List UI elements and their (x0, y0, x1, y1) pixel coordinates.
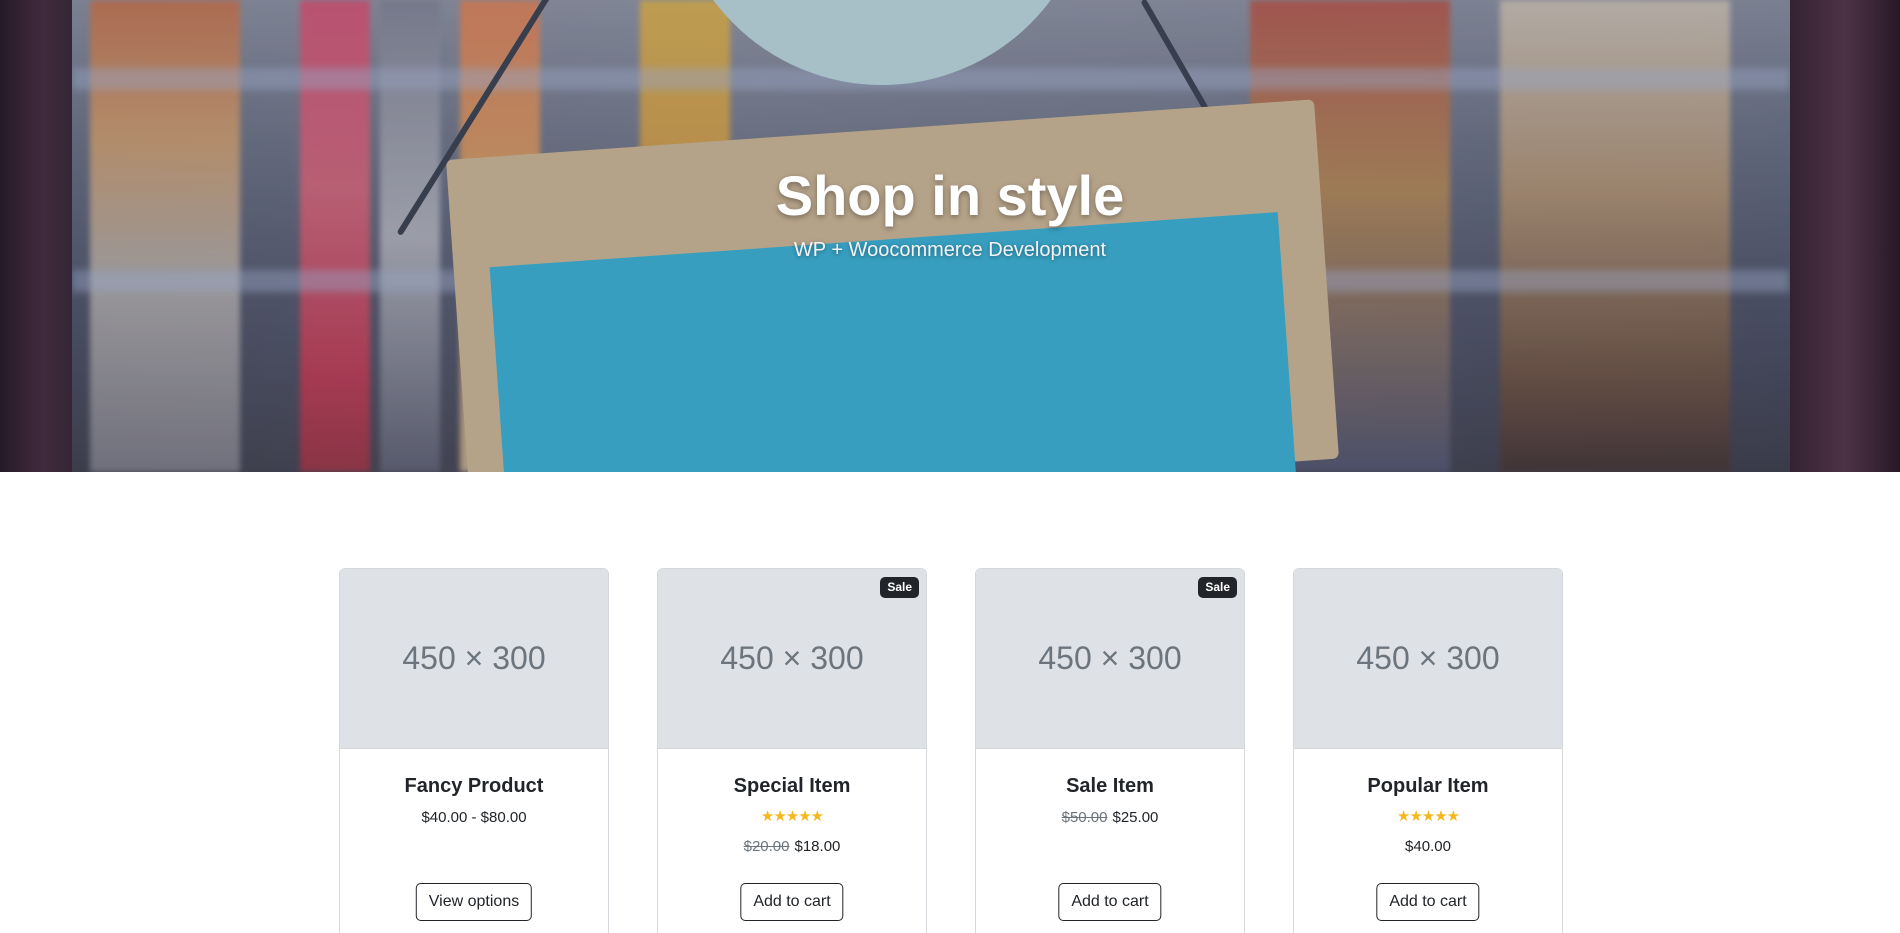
product-price: $40.00 - $80.00 (340, 808, 608, 828)
product-card: 450 × 300 Sale Sale Item $50.00 $25.00 Ad… (975, 568, 1245, 933)
star-icon: ★ (1396, 808, 1410, 825)
hero-title: Shop in style (775, 164, 1125, 227)
star-icon: ★ (760, 808, 774, 825)
star-icon: ★ (1409, 808, 1422, 825)
product-name[interactable]: Fancy Product (340, 773, 608, 799)
sale-badge: Sale (1198, 577, 1237, 598)
price-current: $25.00 (1112, 809, 1159, 826)
price-old: $20.00 (743, 838, 790, 855)
hero-banner: Shop in style WP + Woocommerce Developme… (0, 0, 1900, 472)
price-current: $40.00 - $80.00 (421, 809, 527, 826)
product-name[interactable]: Sale Item (976, 773, 1244, 799)
price-old: $50.00 (1061, 809, 1108, 826)
product-image-placeholder[interactable]: 450 × 300 (340, 569, 608, 749)
add-to-cart-button[interactable]: Add to cart (1058, 883, 1162, 921)
view-options-button[interactable]: View options (415, 883, 533, 921)
star-icon: ★ (810, 808, 824, 825)
product-price: $50.00 $25.00 (976, 808, 1244, 828)
product-image-placeholder[interactable]: 450 × 300 (1294, 569, 1562, 749)
product-card: 450 × 300 Popular Item ★★★★★ $40.00 Add … (1293, 568, 1563, 933)
product-grid: 450 × 300 Fancy Product $40.00 - $80.00 … (339, 568, 1563, 933)
add-to-cart-button[interactable]: Add to cart (1376, 883, 1480, 921)
star-icon: ★ (773, 808, 786, 825)
price-current: $40.00 (1405, 838, 1451, 855)
star-icon: ★ (1434, 808, 1447, 825)
star-rating: ★★★★★ (1294, 808, 1562, 826)
star-icon: ★ (785, 808, 799, 825)
star-rating: ★★★★★ (658, 808, 926, 826)
star-icon: ★ (798, 808, 811, 825)
product-price: $40.00 (1294, 837, 1562, 857)
star-icon: ★ (1421, 808, 1435, 825)
add-to-cart-button[interactable]: Add to cart (740, 883, 844, 921)
product-name[interactable]: Popular Item (1294, 773, 1562, 799)
product-price: $20.00 $18.00 (658, 837, 926, 857)
product-name[interactable]: Special Item (658, 773, 926, 799)
star-icon: ★ (1446, 808, 1460, 825)
product-card: 450 × 300 Fancy Product $40.00 - $80.00 … (339, 568, 609, 933)
price-current: $18.00 (794, 838, 841, 855)
sale-badge: Sale (880, 577, 919, 598)
hero-subtitle: WP + Woocommerce Development (793, 239, 1107, 261)
product-card: 450 × 300 Sale Special Item ★★★★★ $20.00… (657, 568, 927, 933)
